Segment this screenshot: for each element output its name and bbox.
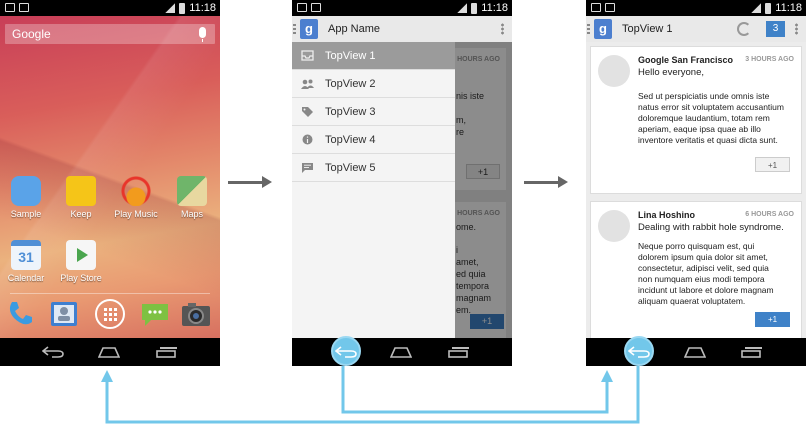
back-flow-arrowhead bbox=[101, 370, 113, 382]
back-flow-line-home bbox=[105, 366, 640, 424]
back-flow-arrowhead bbox=[601, 370, 613, 382]
back-flow-line-drawer bbox=[341, 366, 609, 414]
back-flow-lines bbox=[101, 366, 640, 424]
